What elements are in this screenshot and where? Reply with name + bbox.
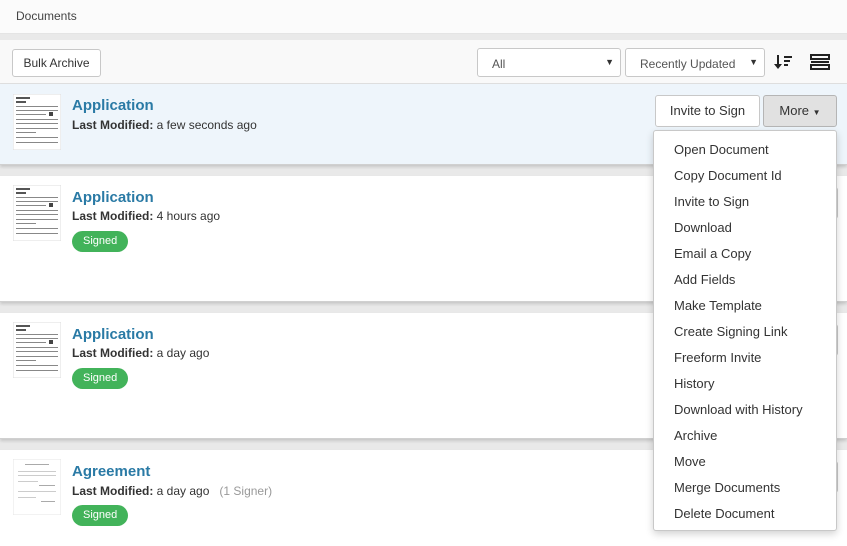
caret-down-icon: ▼ — [605, 57, 614, 67]
document-thumbnail — [13, 94, 61, 150]
last-modified: Last Modified: a day ago — [72, 346, 209, 360]
last-modified-label: Last Modified: — [72, 484, 154, 498]
last-modified-value: a few seconds ago — [156, 118, 257, 132]
sort-select-value: Recently Updated — [640, 57, 736, 71]
menu-item-open-document[interactable]: Open Document — [654, 138, 836, 164]
document-title[interactable]: Application — [72, 97, 154, 114]
sort-descending-icon[interactable] — [773, 52, 793, 72]
more-menu: Open Document Copy Document Id Invite to… — [653, 130, 837, 531]
menu-item-email-a-copy[interactable]: Email a Copy — [654, 242, 836, 268]
menu-item-invite-to-sign[interactable]: Invite to Sign — [654, 190, 836, 216]
filter-select-value: All — [492, 57, 506, 71]
last-modified-label: Last Modified: — [72, 118, 154, 132]
document-thumbnail — [13, 459, 61, 515]
menu-item-make-template[interactable]: Make Template — [654, 294, 836, 320]
menu-item-copy-document-id[interactable]: Copy Document Id — [654, 164, 836, 190]
menu-item-create-signing-link[interactable]: Create Signing Link — [654, 320, 836, 346]
invite-to-sign-button[interactable]: Invite to Sign — [655, 95, 760, 127]
status-badge: Signed — [72, 505, 129, 526]
toolbar: Bulk Archive All ▼ Recently Updated ▼ — [0, 40, 847, 84]
last-modified-value: 4 hours ago — [156, 209, 221, 223]
more-button-label: More — [779, 103, 810, 118]
last-modified-value: a day ago — [156, 484, 210, 498]
list-view-icon[interactable] — [810, 54, 830, 70]
breadcrumb[interactable]: Documents — [16, 9, 77, 23]
menu-item-download-with-history[interactable]: Download with History — [654, 398, 836, 424]
menu-item-add-fields[interactable]: Add Fields — [654, 268, 836, 294]
menu-item-move[interactable]: Move — [654, 450, 836, 476]
caret-down-icon: ▼ — [812, 108, 821, 117]
last-modified: Last Modified: a day ago (1 Signer) — [72, 484, 272, 498]
document-thumbnail — [13, 322, 61, 378]
bulk-archive-button[interactable]: Bulk Archive — [12, 49, 101, 77]
document-title[interactable]: Application — [72, 189, 154, 206]
last-modified: Last Modified: 4 hours ago — [72, 209, 220, 223]
more-button[interactable]: More ▼ — [763, 95, 837, 127]
signer-count: (1 Signer) — [219, 484, 273, 498]
sort-select[interactable]: Recently Updated ▼ — [625, 48, 765, 77]
breadcrumb-bar: Documents — [0, 0, 847, 34]
last-modified-label: Last Modified: — [72, 209, 154, 223]
menu-item-download[interactable]: Download — [654, 216, 836, 242]
last-modified-label: Last Modified: — [72, 346, 154, 360]
caret-down-icon: ▼ — [749, 57, 758, 67]
filter-select[interactable]: All ▼ — [477, 48, 621, 77]
menu-item-freeform-invite[interactable]: Freeform Invite — [654, 346, 836, 372]
document-title[interactable]: Application — [72, 326, 154, 343]
document-thumbnail — [13, 185, 61, 241]
status-badge: Signed — [72, 231, 129, 252]
menu-item-merge-documents[interactable]: Merge Documents — [654, 476, 836, 502]
menu-item-archive[interactable]: Archive — [654, 424, 836, 450]
last-modified-value: a day ago — [156, 346, 210, 360]
status-badge: Signed — [72, 368, 129, 389]
document-title[interactable]: Agreement — [72, 463, 150, 480]
last-modified: Last Modified: a few seconds ago — [72, 118, 257, 132]
menu-item-history[interactable]: History — [654, 372, 836, 398]
menu-item-delete-document[interactable]: Delete Document — [654, 502, 836, 528]
